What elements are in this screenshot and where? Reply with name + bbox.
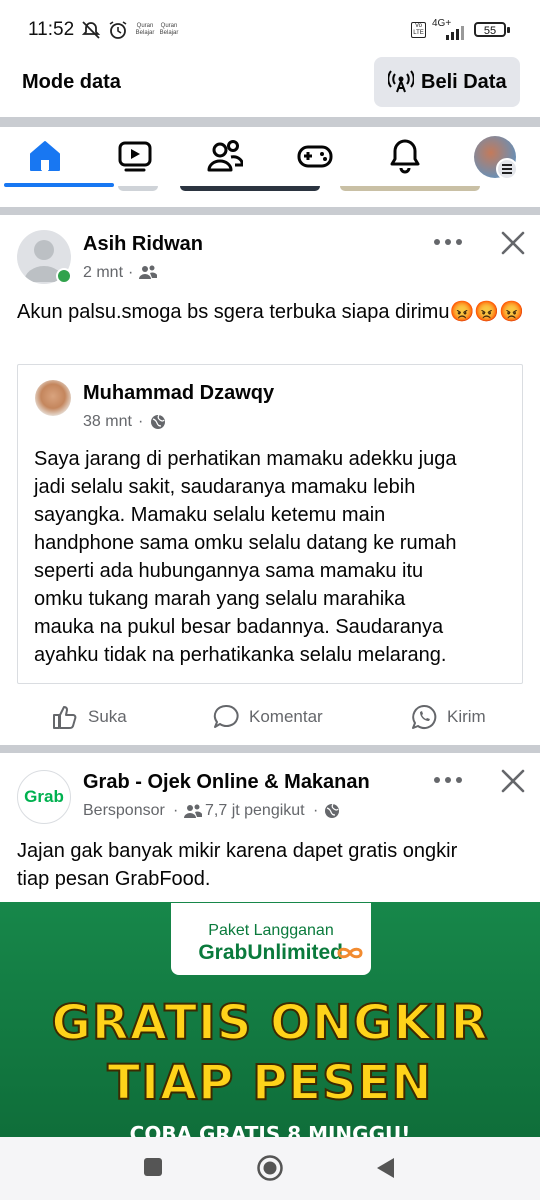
shared-text-line: handphone sama omku selalu datang ke rum…: [34, 532, 457, 554]
volte-icon: Vo LTE: [411, 22, 426, 38]
meta-separator: ·: [313, 802, 319, 819]
divider: [0, 117, 540, 127]
buy-data-label: Beli Data: [421, 71, 507, 93]
mute-icon: [81, 21, 101, 39]
back-button[interactable]: [374, 1156, 396, 1180]
recents-button[interactable]: [144, 1158, 162, 1176]
sponsored-label[interactable]: Bersponsor: [83, 802, 165, 820]
banner-subline: COBA GRATIS 8 MINGGU!: [129, 1122, 411, 1137]
meta-separator: ·: [138, 413, 144, 430]
shared-text-line: sayangka. Mamaku selalu ketemu main: [34, 504, 386, 526]
divider: [0, 745, 540, 753]
online-indicator: [56, 268, 72, 284]
data-mode-label: Mode data: [22, 71, 121, 93]
infinity-icon: [337, 947, 363, 959]
like-label: Suka: [88, 707, 127, 726]
alarm-icon: [109, 21, 127, 39]
banner-subline-clip: COBA GRATIS 8 MINGGU!: [0, 1122, 540, 1137]
menu-icon[interactable]: [496, 158, 518, 180]
notifications-icon[interactable]: [387, 138, 423, 174]
avatar[interactable]: [35, 380, 71, 416]
shared-text-line: seperti ada hubungannya sama mamaku itu: [34, 560, 424, 582]
battery-level: 55: [483, 25, 497, 37]
story-card[interactable]: [180, 186, 320, 191]
globe-icon: [325, 803, 339, 818]
home-button[interactable]: [256, 1154, 284, 1182]
grab-logo[interactable]: Grab: [17, 770, 71, 824]
like-button[interactable]: Suka: [52, 702, 127, 732]
banner-headline-2: TIAP PESEN: [106, 1054, 433, 1112]
friends-icon[interactable]: [207, 138, 243, 174]
ad-text-line: Jajan gak banyak mikir karena dapet grat…: [17, 840, 458, 862]
friends-audience-icon: [139, 265, 157, 279]
post-text-body: Akun palsu.smoga bs sgera terbuka siapa …: [17, 301, 450, 323]
shared-time[interactable]: 38 mnt: [83, 413, 132, 431]
followers-icon: [184, 804, 202, 818]
comment-button[interactable]: Komentar: [213, 702, 323, 732]
shared-text-line: mauka na pukul besar badannya. Saudarany…: [34, 616, 444, 638]
whatsapp-icon: [412, 704, 437, 729]
gaming-icon[interactable]: [297, 138, 333, 174]
broadcast-icon: [388, 70, 414, 93]
comment-label: Komentar: [249, 707, 323, 726]
video-icon[interactable]: [117, 138, 153, 174]
followers-count: 7,7 jt pengikut: [205, 802, 305, 819]
grab-logo-text: Grab: [24, 787, 64, 806]
post-time[interactable]: 2 mnt: [83, 264, 123, 282]
post-emoji: 😡😡😡: [449, 301, 525, 323]
close-icon[interactable]: [501, 231, 525, 255]
shared-text-line: ayahku tidak na perhatikanka selalu mela…: [34, 644, 447, 666]
like-icon: [53, 706, 77, 729]
card-line-2: GrabUnlimited: [198, 941, 343, 964]
send-label: Kirim: [447, 707, 486, 726]
battery-tip: [507, 27, 510, 33]
status-app-label-2: Quran Belajar: [159, 23, 179, 36]
card-line-1: Paket Langganan: [208, 922, 334, 939]
meta-separator: ·: [173, 802, 179, 819]
globe-icon: [151, 414, 165, 429]
comment-icon: [213, 704, 239, 728]
divider: [0, 207, 540, 215]
ad-text-line: tiap pesan GrabFood.: [17, 868, 211, 890]
close-icon[interactable]: [501, 769, 525, 793]
home-icon[interactable]: [27, 138, 63, 174]
meta-separator: ·: [128, 264, 134, 281]
send-button[interactable]: Kirim: [411, 702, 486, 732]
status-time: 11:52: [28, 19, 75, 40]
more-options-icon[interactable]: [433, 776, 463, 784]
shared-text: Saya jarang di perhatikan mamaku adekku …: [34, 445, 514, 669]
battery-icon: 55: [474, 22, 506, 37]
shared-text-line: jadi selalu sakit, saudaranya mamaku leb…: [34, 476, 416, 498]
shared-author[interactable]: Muhammad Dzawqy: [83, 382, 274, 405]
post-author[interactable]: Asih Ridwan: [83, 233, 203, 256]
status-app-label-1: Quran Belajar: [135, 23, 155, 36]
shared-text-line: Saya jarang di perhatikan mamaku adekku …: [34, 448, 457, 470]
shared-text-line: omku tukang marah yang selalu marahika: [34, 588, 406, 610]
signal-icon: [446, 26, 464, 40]
post-author[interactable]: Grab - Ojek Online & Makanan: [83, 771, 370, 794]
story-card[interactable]: [118, 186, 158, 191]
post-text: Akun palsu.smoga bs sgera terbuka siapa …: [17, 298, 527, 326]
more-options-icon[interactable]: [433, 238, 463, 246]
ad-text: Jajan gak banyak mikir karena dapet grat…: [17, 837, 527, 893]
nav-active-indicator: [4, 183, 114, 187]
story-card[interactable]: [340, 186, 480, 191]
banner-headline-1: GRATIS ONGKIR: [50, 994, 489, 1052]
